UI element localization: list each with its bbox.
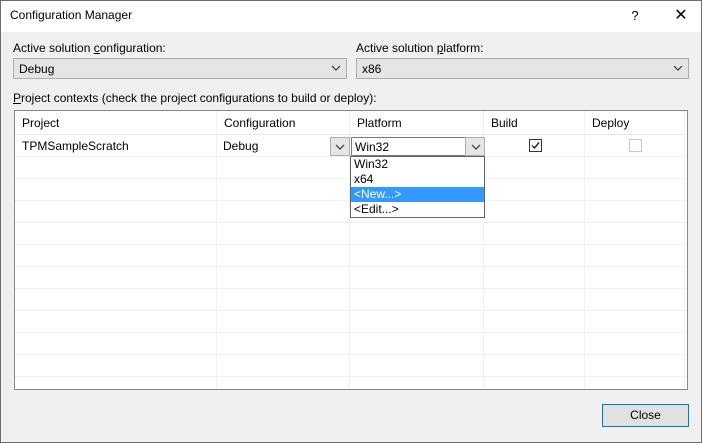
configuration-manager-dialog: Configuration Manager ? ✕ Active solutio… (0, 0, 702, 443)
help-icon[interactable]: ? (621, 1, 649, 31)
platform-dropdown-button[interactable] (465, 137, 485, 156)
active-platform-value: x86 (362, 62, 382, 76)
active-config-label: Active solution configuration: (13, 41, 166, 55)
column-header-configuration[interactable]: Configuration (217, 111, 350, 135)
table-row (15, 355, 687, 377)
column-header-project[interactable]: Project (15, 111, 217, 135)
chevron-down-icon (673, 65, 683, 71)
deploy-checkbox (629, 139, 642, 152)
table-row (15, 333, 687, 355)
chevron-down-icon (331, 65, 341, 71)
window-title: Configuration Manager (10, 8, 133, 22)
active-config-select[interactable]: Debug (13, 58, 347, 79)
configuration-cell: Debug (223, 139, 259, 153)
chevron-down-icon (335, 144, 345, 150)
table-row (15, 245, 687, 267)
column-header-platform[interactable]: Platform (350, 111, 484, 135)
chevron-down-icon (471, 144, 481, 150)
table-row (15, 289, 687, 311)
active-platform-label: Active solution platform: (356, 41, 484, 55)
platform-option-new[interactable]: <New...> (351, 187, 484, 202)
platform-dropdown-list: Win32 x64 <New...> <Edit...> (350, 156, 485, 218)
table-row (15, 223, 687, 245)
active-platform-select[interactable]: x86 (356, 58, 689, 79)
project-contexts-label: Project contexts (check the project conf… (13, 91, 377, 105)
checkmark-icon (531, 142, 540, 150)
close-button-label: Close (630, 408, 661, 422)
platform-option-win32[interactable]: Win32 (351, 157, 484, 172)
configuration-dropdown-button[interactable] (330, 137, 350, 156)
table-row (15, 311, 687, 333)
active-config-value: Debug (19, 62, 55, 76)
table-row (15, 267, 687, 289)
table-row[interactable]: TPMSampleScratch Debug Win32 (15, 135, 687, 157)
platform-option-edit[interactable]: <Edit...> (351, 202, 484, 217)
platform-value: Win32 (355, 140, 390, 154)
project-name-cell: TPMSampleScratch (22, 139, 129, 153)
platform-combo[interactable]: Win32 (351, 137, 485, 156)
title-bar: Configuration Manager ? ✕ (1, 1, 701, 32)
close-button[interactable]: Close (602, 404, 689, 427)
project-contexts-grid: Project Configuration Platform Build Dep… (14, 110, 688, 390)
column-header-build[interactable]: Build (484, 111, 585, 135)
close-icon[interactable]: ✕ (661, 1, 701, 31)
platform-option-x64[interactable]: x64 (351, 172, 484, 187)
column-header-deploy[interactable]: Deploy (585, 111, 685, 135)
build-checkbox[interactable] (529, 139, 542, 152)
